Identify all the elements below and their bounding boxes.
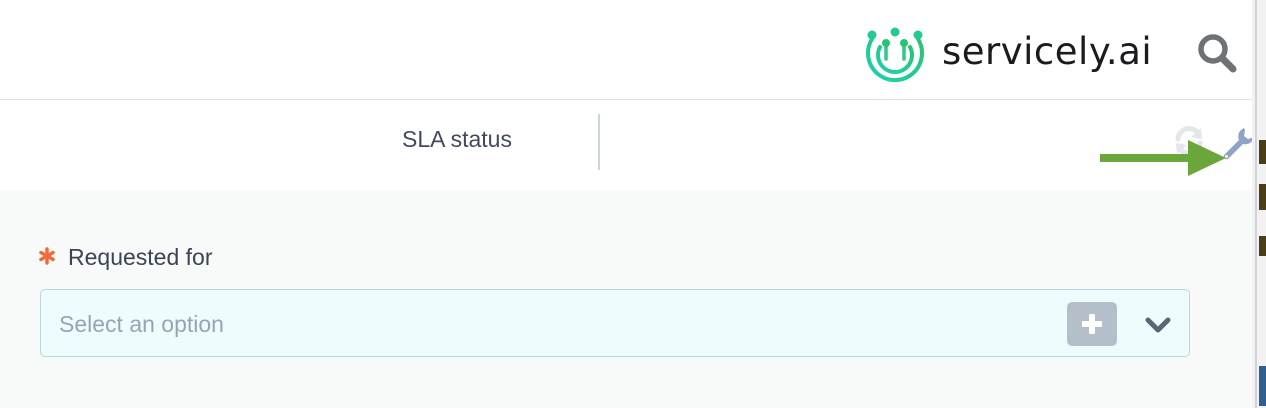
search-icon[interactable] xyxy=(1195,31,1239,75)
add-option-button[interactable] xyxy=(1067,302,1117,346)
required-asterisk-icon xyxy=(39,247,55,265)
requested-for-select[interactable]: Select an option xyxy=(40,289,1190,357)
chevron-down-icon[interactable] xyxy=(1141,309,1175,341)
plus-icon xyxy=(1082,314,1102,334)
servicely-logo-icon[interactable] xyxy=(862,25,928,91)
tab-sla-status[interactable]: SLA status xyxy=(402,126,512,153)
record-tabbar: SLA status xyxy=(0,100,1254,191)
requested-for-label: Requested for xyxy=(68,244,213,270)
brand-name: servicely.ai xyxy=(942,30,1153,73)
green-arrow-annotation xyxy=(1100,140,1226,176)
form-area: Requested for Select an option xyxy=(0,191,1252,408)
app-header: servicely.ai xyxy=(0,0,1252,100)
tab-divider xyxy=(598,114,600,170)
select-placeholder: Select an option xyxy=(59,311,224,337)
window-right-edge xyxy=(1252,0,1266,408)
